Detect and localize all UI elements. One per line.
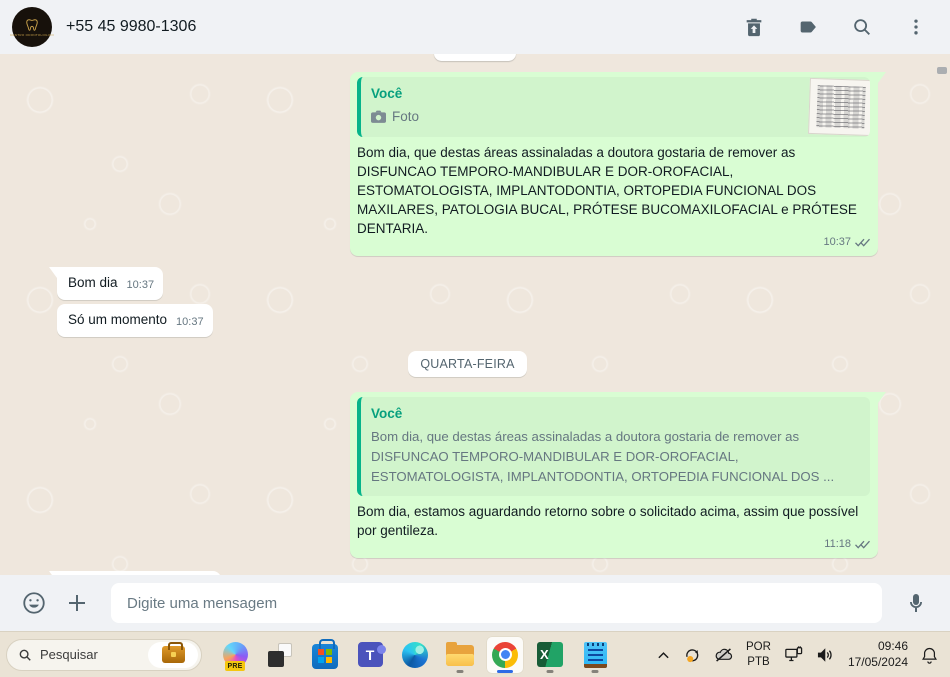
message-text: Bom dia, estamos aguardando retorno sobr… <box>357 504 863 538</box>
message-row: Você Bom dia, que destas áreas assinalad… <box>57 392 886 558</box>
message-input[interactable] <box>111 583 882 623</box>
message-row: Só um momento 10:37 <box>57 304 878 337</box>
bubble-tail <box>878 72 886 83</box>
tray-time: 09:46 <box>877 638 908 653</box>
notepad-icon <box>583 641 607 668</box>
document-thumbnail <box>808 77 870 137</box>
edge-button[interactable] <box>396 636 434 674</box>
message-row: Bom dia 10:37 <box>49 267 878 300</box>
search-icon[interactable] <box>850 15 874 39</box>
message-text: Bom dia <box>68 275 118 290</box>
quoted-message[interactable]: Você Bom dia, que destas áreas assinalad… <box>357 397 870 496</box>
show-hidden-icons-chevron[interactable] <box>657 650 670 660</box>
attach-plus-icon[interactable] <box>60 586 94 620</box>
emoji-icon[interactable] <box>17 586 51 620</box>
copilot-icon: PRE <box>222 642 248 671</box>
message-text: Só um momento <box>68 312 168 327</box>
language-line1: POR <box>746 641 771 654</box>
quote-text: Bom dia, que destas áreas assinaladas a … <box>371 429 835 484</box>
pre-badge: PRE <box>225 661 245 671</box>
taskbar-apps: PRE T X <box>216 635 614 674</box>
task-view-button[interactable] <box>261 636 299 674</box>
teams-icon: T <box>357 642 386 667</box>
clock[interactable]: 09:46 17/05/2024 <box>848 639 908 670</box>
tooth-logo-icon <box>26 18 38 31</box>
windows-taskbar: Pesquisar PRE T X POR PTB 09:46 17/05/20… <box>0 631 950 677</box>
message-bubble-incoming[interactable]: Só um momento 10:37 <box>57 304 213 337</box>
trash-icon[interactable] <box>742 15 766 39</box>
quote-media-label: Foto <box>392 109 420 124</box>
chat-header: CENTRO ODONTOLOGICO +55 45 9980-1306 <box>0 0 950 54</box>
running-indicator <box>546 669 554 673</box>
double-check-icon <box>855 540 870 549</box>
quote-media-row: Foto <box>371 107 798 126</box>
message-bubble-outgoing[interactable]: Você Foto Bom dia, que destas áreas assi… <box>350 72 886 256</box>
label-icon[interactable] <box>796 15 820 39</box>
camera-icon <box>371 110 386 123</box>
excel-icon: X <box>537 642 563 667</box>
quoted-photo-thumbnail <box>808 77 870 137</box>
message-time: 10:37 <box>126 279 155 291</box>
store-button[interactable] <box>306 636 344 674</box>
message-bubble-outgoing[interactable]: Você Bom dia, que destas áreas assinalad… <box>350 392 886 558</box>
message-time: 10:37 <box>176 316 204 328</box>
chrome-icon <box>492 641 518 668</box>
contact-name[interactable]: +55 45 9980-1306 <box>66 18 728 36</box>
avatar-caption: CENTRO ODONTOLOGICO <box>10 32 54 37</box>
message-text: Bom dia, que destas áreas assinaladas a … <box>357 145 861 236</box>
date-divider: QUARTA-FEIRA <box>408 351 527 377</box>
double-check-icon <box>855 238 870 247</box>
search-highlight-slot[interactable] <box>148 641 198 668</box>
scrollbar-thumb[interactable] <box>937 67 947 74</box>
quote-author: Você <box>371 406 403 421</box>
sync-pending-icon[interactable] <box>683 646 701 664</box>
bubble-tail <box>49 267 57 278</box>
quote-author: Você <box>371 86 403 101</box>
composer-bar <box>0 575 950 631</box>
excel-button[interactable]: X <box>531 636 569 674</box>
store-icon <box>312 638 338 669</box>
system-tray: POR PTB 09:46 17/05/2024 <box>657 639 942 670</box>
briefcase-icon <box>161 642 185 663</box>
chrome-button[interactable] <box>486 635 524 674</box>
cloud-offline-icon[interactable] <box>714 647 733 663</box>
message-meta: 10:37 <box>823 233 870 252</box>
running-indicator <box>456 669 464 673</box>
volume-icon[interactable] <box>816 647 835 663</box>
task-view-icon <box>268 642 292 667</box>
conversation-panel[interactable]: Você Foto Bom dia, que destas áreas assi… <box>0 54 950 575</box>
microphone-icon[interactable] <box>899 586 933 620</box>
menu-kebab-icon[interactable] <box>904 15 928 39</box>
running-indicator <box>591 669 599 673</box>
message-time: 10:37 <box>823 236 851 248</box>
active-indicator <box>497 669 513 673</box>
quote-content: Você Foto <box>361 77 808 137</box>
message-row: Você Foto Bom dia, que destas áreas assi… <box>57 72 886 256</box>
partial-date-pill <box>434 54 516 61</box>
tray-date: 17/05/2024 <box>847 654 908 669</box>
whatsapp-window: CENTRO ODONTOLOGICO +55 45 9980-1306 Voc… <box>0 0 950 677</box>
quote-content: Você Bom dia, que destas áreas assinalad… <box>361 397 870 496</box>
file-explorer-icon <box>446 642 474 666</box>
search-placeholder: Pesquisar <box>40 647 98 662</box>
message-meta: 11:18 <box>824 535 870 554</box>
language-indicator[interactable]: POR PTB <box>746 640 771 669</box>
date-divider-row: QUARTA-FEIRA <box>57 351 878 377</box>
message-time: 11:18 <box>824 538 851 550</box>
notifications-bell-icon[interactable] <box>921 646 938 664</box>
contact-avatar[interactable]: CENTRO ODONTOLOGICO <box>10 7 54 47</box>
taskbar-search[interactable]: Pesquisar <box>6 638 202 671</box>
search-icon <box>19 649 31 661</box>
bubble-tail <box>878 392 886 403</box>
copilot-button[interactable]: PRE <box>216 636 254 674</box>
network-icon[interactable] <box>784 646 803 663</box>
edge-icon <box>402 641 428 668</box>
quoted-message[interactable]: Você Foto <box>357 77 870 137</box>
notepad-button[interactable] <box>576 636 614 674</box>
message-bubble-incoming[interactable]: Bom dia 10:37 <box>49 267 164 300</box>
file-explorer-button[interactable] <box>441 636 479 674</box>
header-actions <box>742 15 928 39</box>
teams-button[interactable]: T <box>351 636 389 674</box>
language-line2: PTB <box>747 655 770 668</box>
